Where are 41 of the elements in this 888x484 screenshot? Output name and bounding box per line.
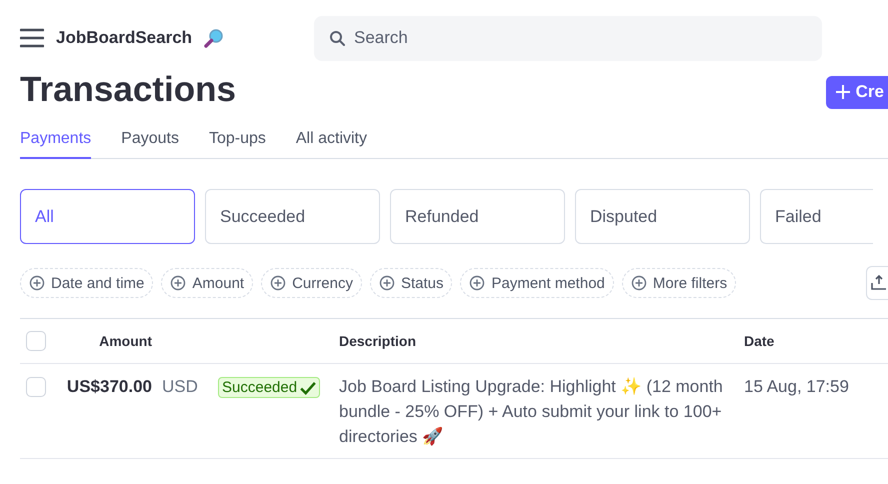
- plus-circle-icon: [378, 275, 395, 291]
- plus-circle-icon: [270, 275, 286, 291]
- filter-chip[interactable]: Status: [370, 268, 452, 298]
- row-checkbox[interactable]: [26, 377, 46, 397]
- magnifier-icon: [204, 28, 224, 48]
- menu-icon[interactable]: [20, 28, 44, 48]
- tab[interactable]: Top-ups: [208, 124, 266, 159]
- tab[interactable]: Payments: [20, 124, 92, 159]
- filter-chip[interactable]: Currency: [261, 268, 362, 298]
- export-button[interactable]: [866, 266, 888, 300]
- tab[interactable]: Payouts: [121, 124, 179, 159]
- description-cell-text: Job Board Listing Upgrade: Highlight ✨ (12 month bundle - 25% OFF) + Auto submit your link to 100+ directories 🚀: [339, 376, 724, 448]
- status-filter-card[interactable]: Disputed: [575, 189, 750, 244]
- plus-circle-icon: [170, 275, 186, 291]
- date-cell-text: 15 Aug, 17:59: [744, 377, 850, 397]
- status-badge: Succeeded: [218, 377, 320, 398]
- tab[interactable]: All activity: [296, 124, 367, 159]
- plus-circle-icon: [630, 275, 647, 291]
- filter-chip[interactable]: Payment method: [460, 268, 614, 298]
- currency-cell-text: USD: [161, 377, 199, 397]
- filter-chip[interactable]: Amount: [161, 268, 254, 298]
- amount-cell-text: US$370.00: [66, 377, 152, 397]
- status-filter-card[interactable]: Refunded: [390, 189, 565, 244]
- column-header: Date: [744, 333, 776, 349]
- column-header: Description: [339, 333, 418, 349]
- filter-chip[interactable]: Date and time: [20, 268, 154, 298]
- filter-chip[interactable]: More filters: [622, 268, 736, 298]
- status-filter-card[interactable]: All: [20, 189, 195, 244]
- brand-name[interactable]: JobBoardSearch: [56, 28, 192, 48]
- plus-icon: [836, 85, 850, 99]
- select-all-checkbox[interactable]: [26, 331, 46, 351]
- export-icon: [871, 275, 887, 291]
- check-icon: [300, 380, 316, 394]
- status-filter-card[interactable]: Failed: [760, 189, 873, 244]
- plus-circle-icon: [29, 275, 45, 291]
- search-field[interactable]: Search: [314, 16, 822, 60]
- plus-circle-icon: [469, 275, 486, 291]
- page-title: Transactions: [20, 69, 236, 111]
- column-header: Amount: [98, 333, 152, 349]
- create-button[interactable]: Cre: [826, 76, 888, 108]
- status-filter-card[interactable]: Succeeded: [205, 189, 380, 244]
